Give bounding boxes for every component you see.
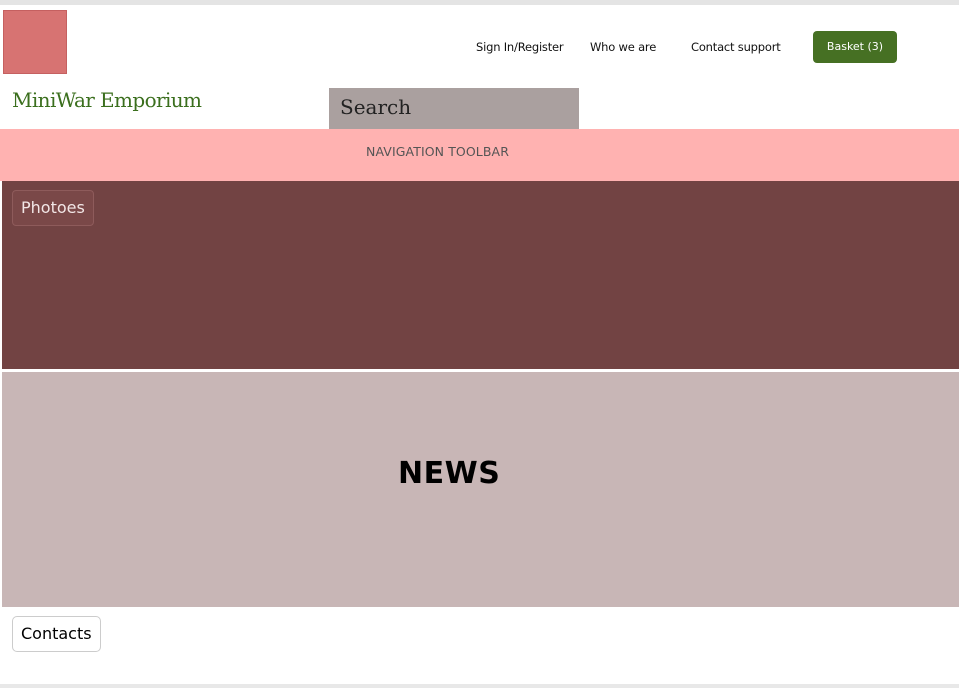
search-input[interactable]: Search [329, 88, 579, 129]
contact-support-link[interactable]: Contact support [691, 31, 781, 63]
basket-button[interactable]: Basket (3) [813, 31, 897, 63]
navigation-toolbar[interactable]: NAVIGATION TOOLBAR [0, 129, 959, 181]
site-footer: Contacts [0, 607, 959, 688]
photos-button[interactable]: Photoes [12, 190, 94, 226]
contacts-button[interactable]: Contacts [12, 616, 101, 652]
who-we-are-link[interactable]: Who we are [590, 31, 656, 63]
brand-name[interactable]: MiniWar Emporium [12, 88, 202, 112]
top-links: Sign In/Register Who we are Contact supp… [0, 31, 959, 63]
sign-in-link[interactable]: Sign In/Register [476, 31, 564, 63]
news-section: NEWS [2, 372, 959, 607]
news-title: NEWS [398, 456, 501, 491]
photos-section: Photoes [2, 181, 959, 369]
navigation-toolbar-label: NAVIGATION TOOLBAR [366, 144, 509, 159]
bottom-divider [0, 684, 959, 688]
